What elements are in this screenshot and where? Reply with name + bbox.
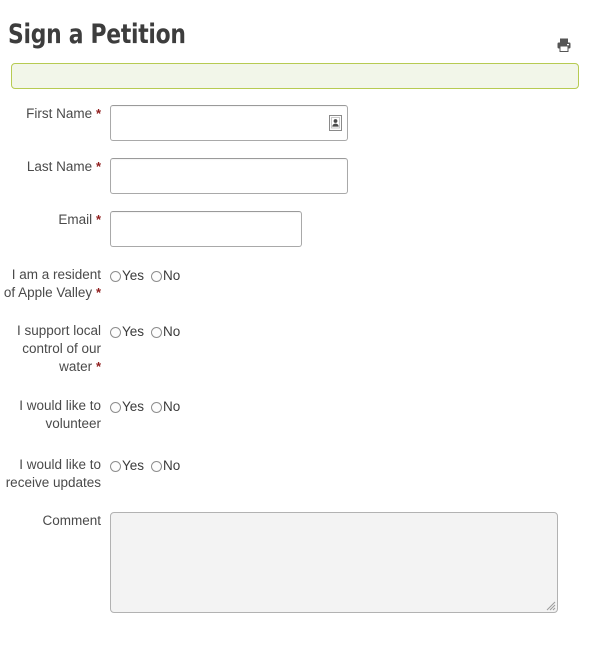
radio-circle-icon[interactable] (151, 460, 163, 472)
required-asterisk-first-name: * (95, 106, 101, 121)
label-first-name: First Name * (0, 105, 110, 123)
petition-form: First Name * Last Name * Email * I am a … (0, 105, 590, 618)
comment-textarea[interactable] (110, 512, 558, 613)
label-comment-text: Comment (42, 513, 101, 528)
radio-updates-yes-label: Yes (122, 458, 145, 473)
label-email-text: Email (58, 212, 93, 227)
label-support-water: I support local control of our water * (0, 322, 110, 376)
radio-resident-no-label: No (163, 268, 181, 283)
radio-circle-icon[interactable] (151, 401, 163, 413)
control-updates: Yes No (110, 456, 590, 475)
field-row-resident: I am a resident of Apple Valley * Yes No (0, 266, 590, 302)
last-name-input[interactable] (110, 158, 348, 194)
label-updates-text: I would like to receive updates (5, 457, 101, 490)
first-name-input-wrapper (110, 105, 348, 141)
field-row-support-water: I support local control of our water * Y… (0, 322, 590, 376)
petition-page: Sign a Petition First Name * Last Name *… (0, 0, 590, 661)
first-name-input[interactable] (110, 105, 348, 141)
field-row-comment: Comment (0, 512, 590, 618)
field-row-updates: I would like to receive updates Yes No (0, 456, 590, 492)
required-asterisk-last-name: * (95, 159, 101, 174)
comment-textarea-wrapper (110, 512, 558, 613)
radio-circle-icon[interactable] (110, 270, 121, 282)
label-first-name-text: First Name (26, 106, 93, 121)
radio-support-water-yes-label: Yes (122, 324, 145, 339)
label-last-name: Last Name * (0, 158, 110, 176)
required-asterisk-email: * (95, 212, 101, 227)
label-volunteer: I would like to volunteer (0, 397, 110, 433)
radio-circle-icon[interactable] (110, 401, 121, 413)
label-volunteer-text: I would like to volunteer (19, 398, 101, 431)
label-last-name-text: Last Name (26, 159, 93, 174)
printer-icon[interactable] (555, 36, 573, 54)
email-input[interactable] (110, 211, 302, 247)
control-resident: Yes No (110, 266, 590, 285)
radio-updates-no-label: No (163, 458, 181, 473)
radio-volunteer-no-label: No (163, 399, 181, 414)
control-email (110, 211, 590, 247)
field-row-first-name: First Name * (0, 105, 590, 141)
notice-banner (11, 63, 579, 89)
field-row-email: Email * (0, 211, 590, 247)
radio-volunteer-yes[interactable]: Yes (110, 399, 144, 415)
radio-group-volunteer: Yes No (110, 398, 590, 416)
radio-group-support-water: Yes No (110, 323, 590, 341)
required-asterisk-resident: * (95, 285, 101, 300)
radio-resident-no[interactable]: No (151, 268, 180, 284)
radio-circle-icon[interactable] (110, 326, 121, 338)
control-first-name (110, 105, 590, 141)
label-comment: Comment (0, 512, 110, 530)
radio-circle-icon[interactable] (110, 460, 121, 472)
control-support-water: Yes No (110, 322, 590, 341)
radio-resident-yes-label: Yes (122, 268, 145, 283)
radio-group-resident: Yes No (110, 267, 590, 285)
autofill-contact-icon[interactable] (329, 115, 342, 131)
page-title: Sign a Petition (8, 19, 186, 51)
radio-updates-yes[interactable]: Yes (110, 458, 144, 474)
radio-updates-no[interactable]: No (151, 458, 180, 474)
radio-support-water-no[interactable]: No (151, 324, 180, 340)
label-resident-text: I am a resident of Apple Valley (3, 267, 101, 300)
radio-support-water-yes[interactable]: Yes (110, 324, 144, 340)
radio-volunteer-yes-label: Yes (122, 399, 145, 414)
radio-circle-icon[interactable] (151, 270, 163, 282)
control-comment (110, 512, 590, 618)
label-email: Email * (0, 211, 110, 229)
radio-circle-icon[interactable] (151, 326, 163, 338)
control-last-name (110, 158, 590, 194)
label-support-water-text: I support local control of our water (16, 323, 101, 374)
radio-resident-yes[interactable]: Yes (110, 268, 144, 284)
radio-group-updates: Yes No (110, 457, 590, 475)
radio-volunteer-no[interactable]: No (151, 399, 180, 415)
required-asterisk-support-water: * (95, 359, 101, 374)
field-row-volunteer: I would like to volunteer Yes No (0, 397, 590, 433)
label-updates: I would like to receive updates (0, 456, 110, 492)
control-volunteer: Yes No (110, 397, 590, 416)
label-resident: I am a resident of Apple Valley * (0, 266, 110, 302)
radio-support-water-no-label: No (163, 324, 181, 339)
field-row-last-name: Last Name * (0, 158, 590, 194)
